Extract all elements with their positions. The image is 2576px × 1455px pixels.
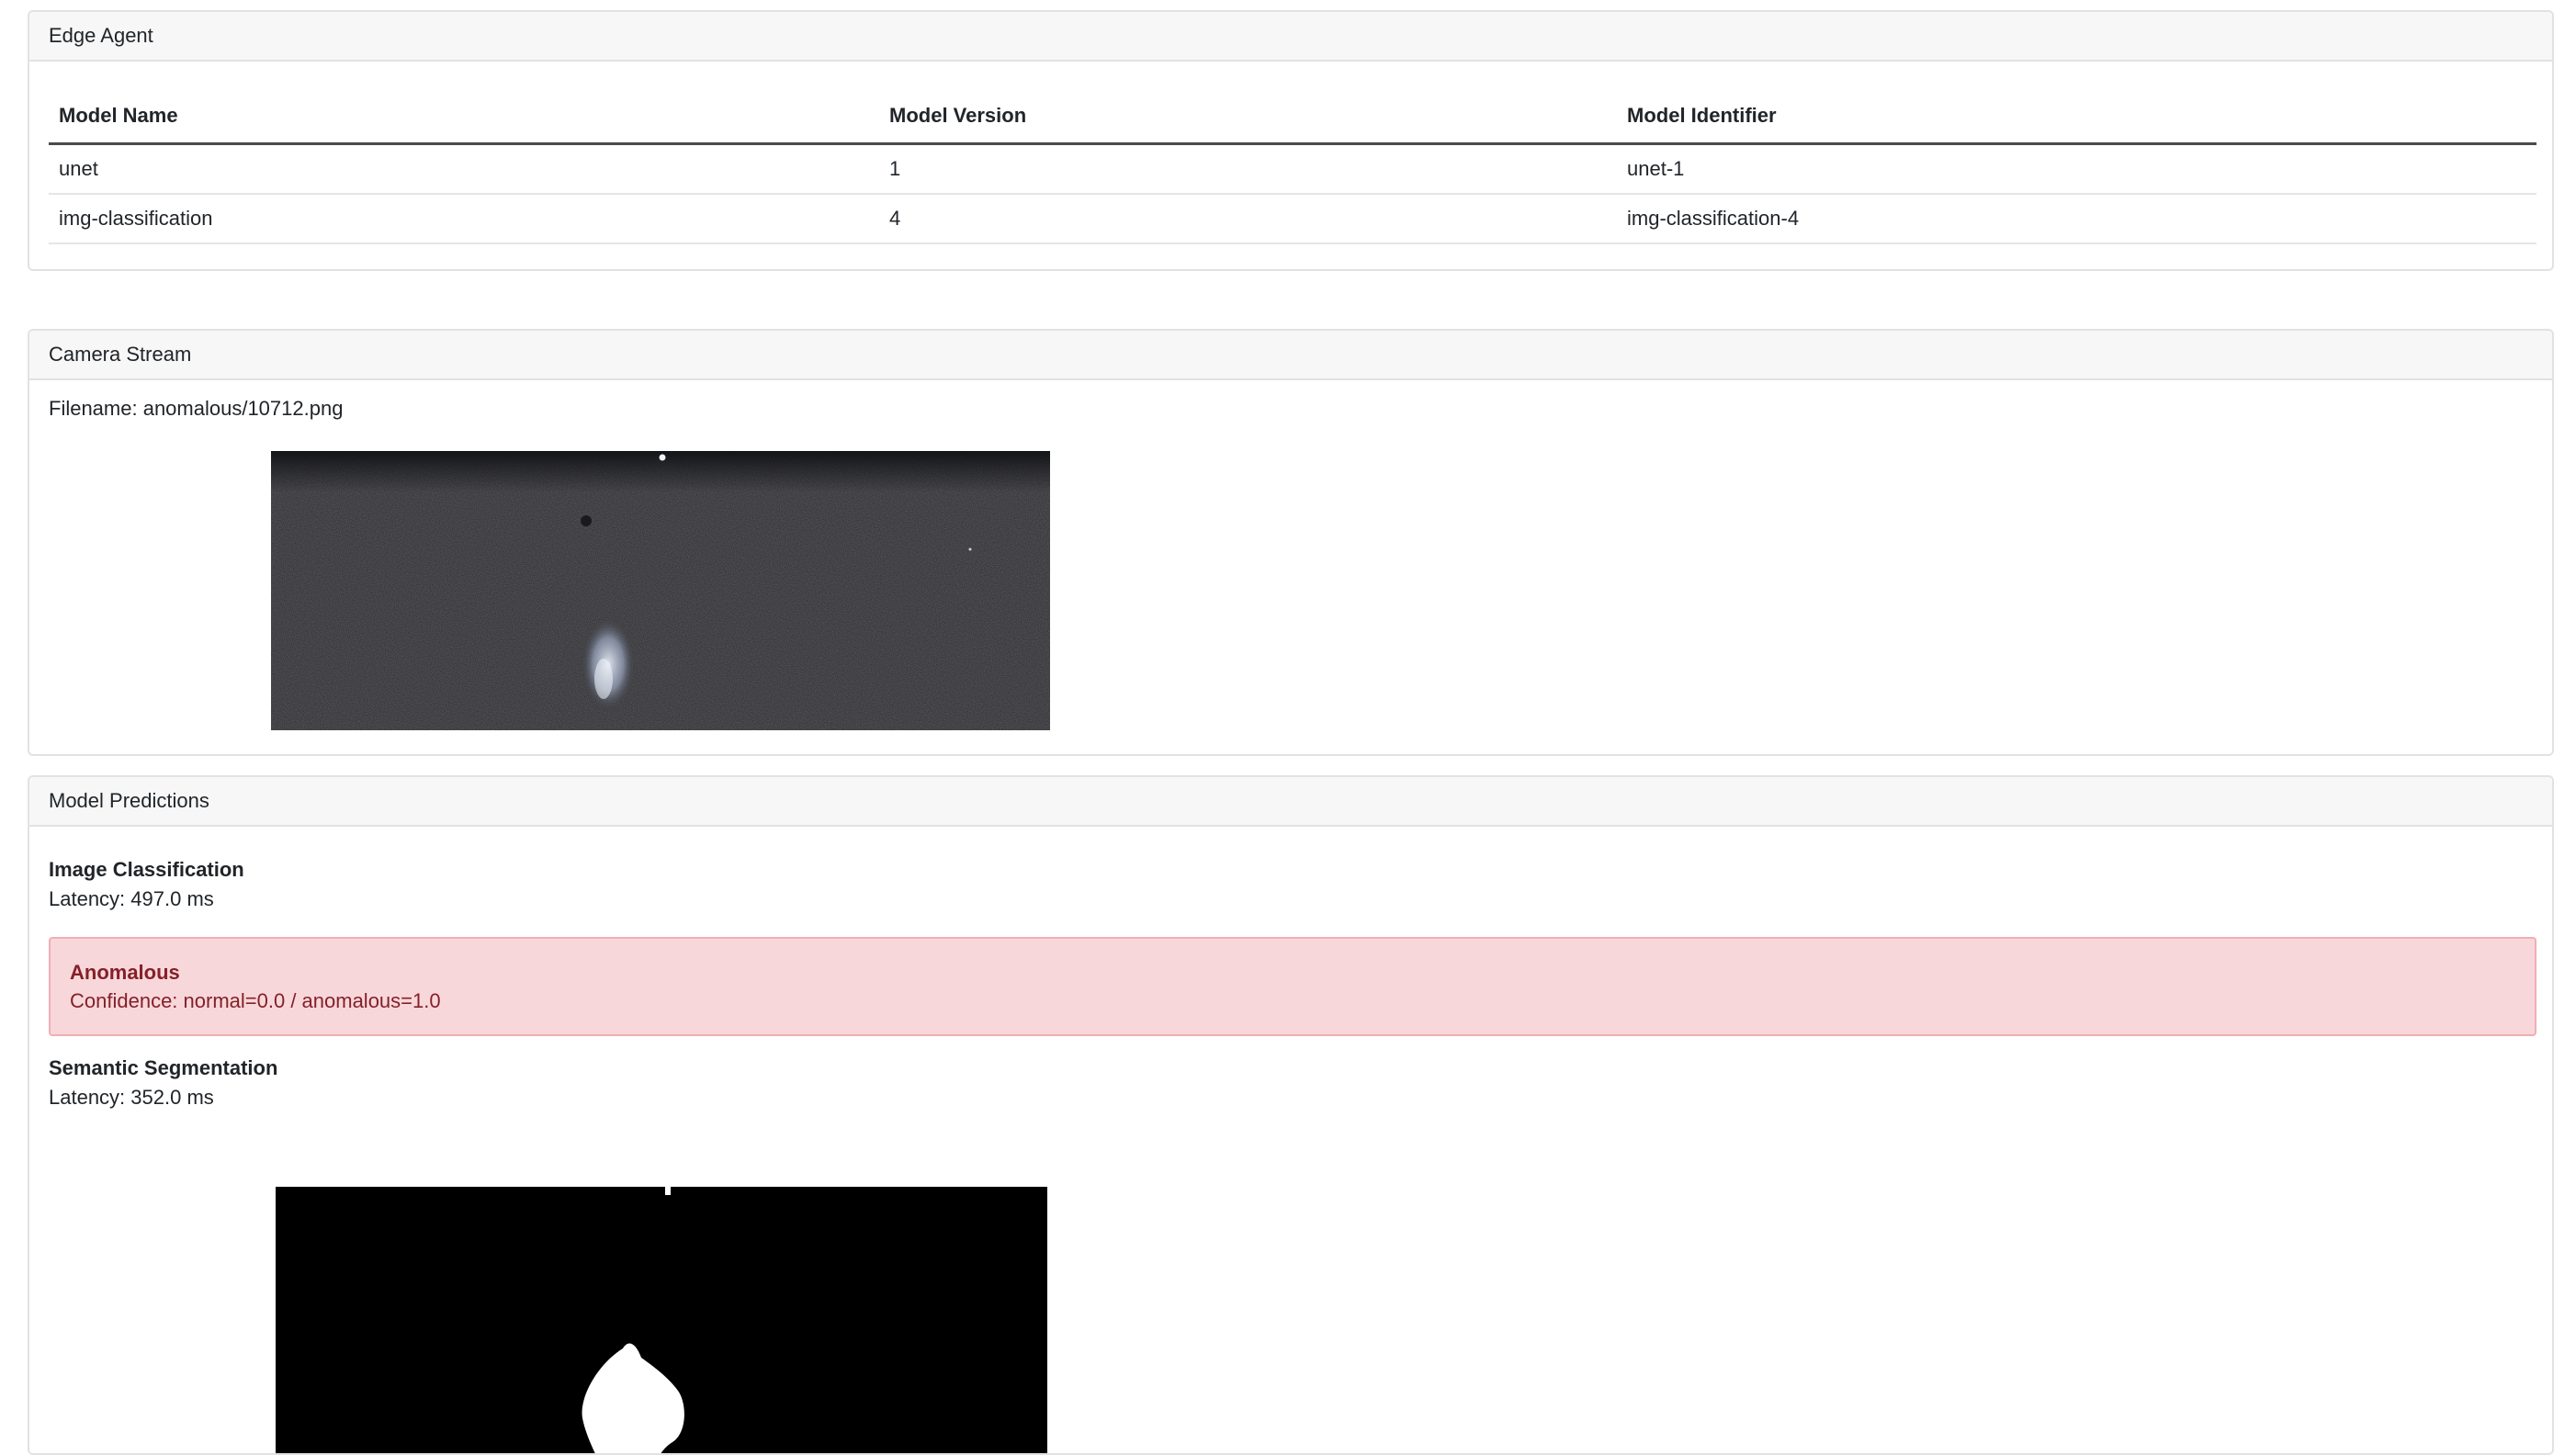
model-identifier-cell: img-classification-4 [1617, 194, 2536, 244]
model-version-cell: 4 [879, 194, 1617, 244]
edge-agent-card: Edge Agent Model Name Model Version Mode… [28, 10, 2554, 271]
camera-stream-card: Camera Stream Filename: anomalous/10712.… [28, 329, 2554, 756]
classification-result-alert: Anomalous Confidence: normal=0.0 / anoma… [49, 937, 2536, 1036]
classification-confidence: Confidence: normal=0.0 / anomalous=1.0 [70, 989, 441, 1012]
edge-agent-header: Edge Agent [29, 12, 2552, 62]
segmentation-mask-image [276, 1187, 1047, 1453]
classification-result-label: Anomalous [70, 961, 180, 984]
model-version-cell: 1 [879, 143, 1617, 195]
table-row: unet 1 unet-1 [49, 143, 2536, 195]
semantic-segmentation-title: Semantic Segmentation [49, 1056, 278, 1079]
filename-label: Filename: anomalous/10712.png [49, 397, 344, 420]
model-name-cell: unet [49, 143, 879, 195]
column-header-model-version: Model Version [879, 89, 1617, 145]
semantic-segmentation-latency: Latency: 352.0 ms [49, 1086, 214, 1109]
model-predictions-header: Model Predictions [29, 777, 2552, 827]
model-predictions-card: Model Predictions Image Classification L… [28, 775, 2554, 1455]
models-table: Model Name Model Version Model Identifie… [49, 89, 2536, 244]
table-row: img-classification 4 img-classification-… [49, 194, 2536, 244]
table-header-row: Model Name Model Version Model Identifie… [49, 89, 2536, 145]
image-classification-latency: Latency: 497.0 ms [49, 887, 214, 910]
camera-frame-image [271, 451, 1050, 730]
column-header-model-name: Model Name [49, 89, 879, 145]
model-identifier-cell: unet-1 [1617, 143, 2536, 195]
model-name-cell: img-classification [49, 194, 879, 244]
camera-stream-header: Camera Stream [29, 331, 2552, 380]
column-header-model-identifier: Model Identifier [1617, 89, 2536, 145]
image-classification-title: Image Classification [49, 858, 244, 881]
